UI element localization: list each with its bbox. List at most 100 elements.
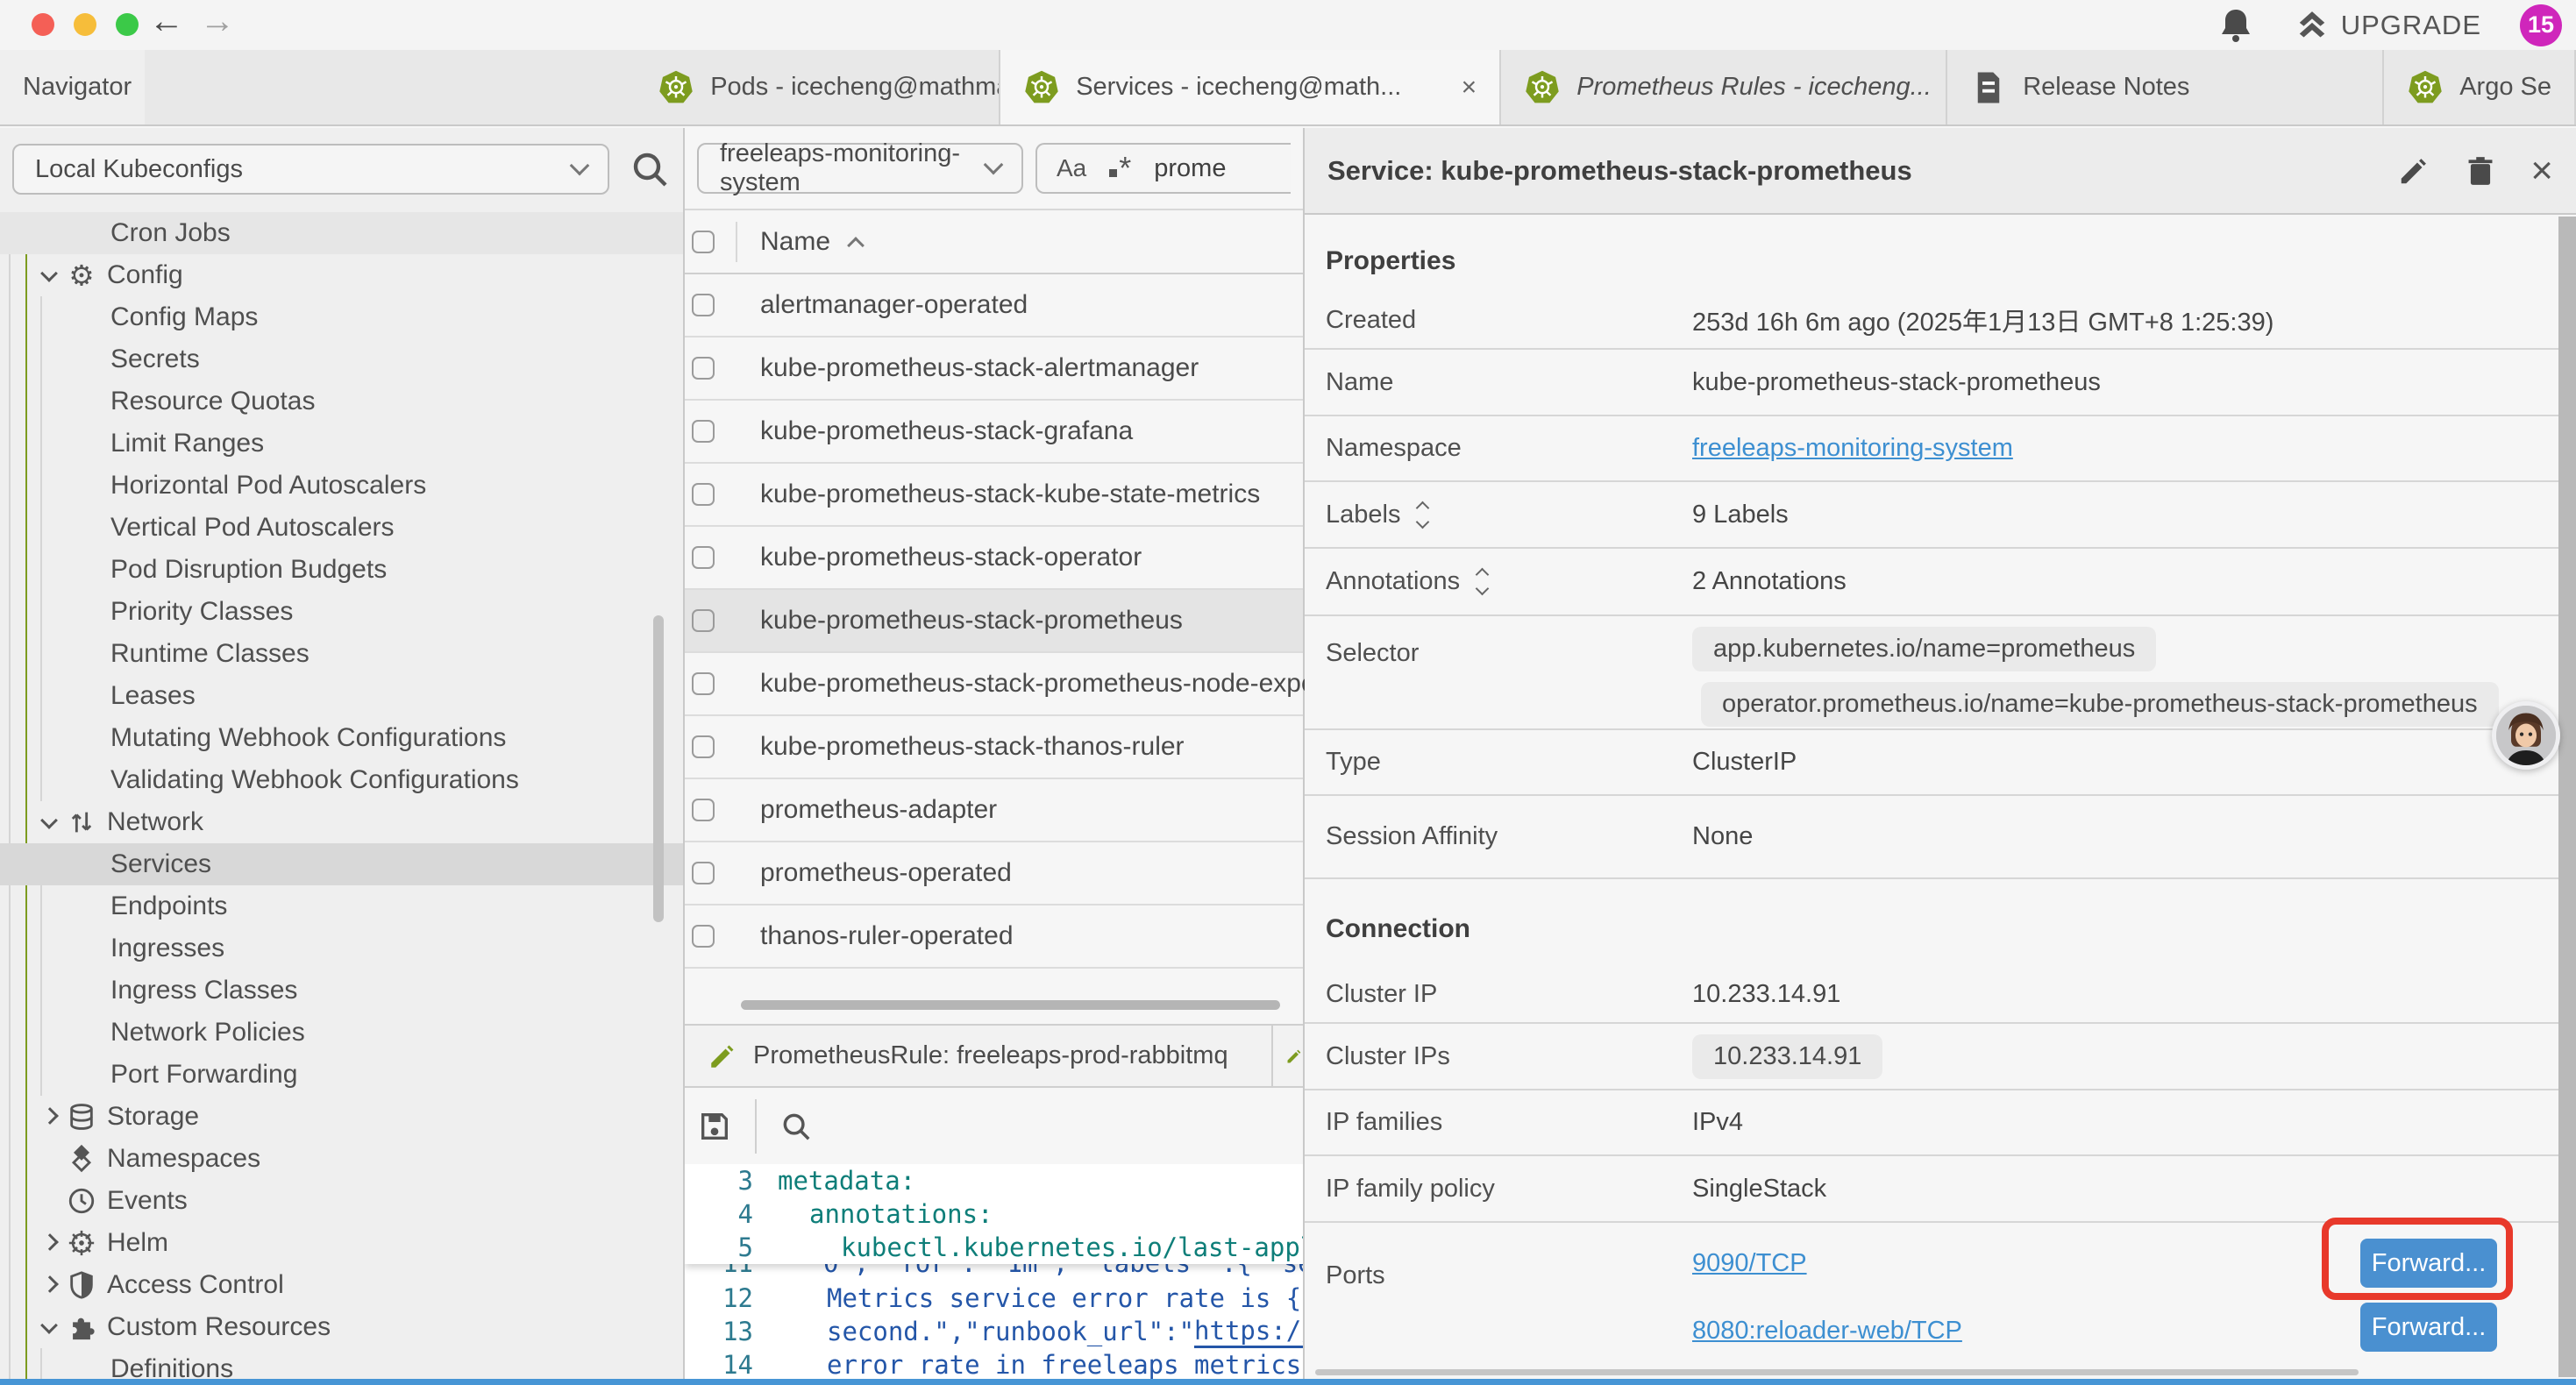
tree-item[interactable]: Mutating Webhook Configurations: [0, 717, 683, 759]
code-link[interactable]: https://net: [1194, 1316, 1303, 1348]
tree-item[interactable]: Helm: [0, 1222, 683, 1264]
tree-item[interactable]: Secrets: [0, 338, 683, 380]
row-checkbox[interactable]: [692, 420, 715, 443]
tree-item[interactable]: Priority Classes: [0, 591, 683, 633]
tree-item[interactable]: Pod Disruption Budgets: [0, 549, 683, 591]
tree-item[interactable]: Leases: [0, 675, 683, 717]
name-column-header[interactable]: Name: [760, 227, 830, 257]
selector-chip[interactable]: operator.prometheus.io/name=kube-prometh…: [1701, 682, 2499, 727]
tree-item[interactable]: Horizontal Pod Autoscalers: [0, 465, 683, 507]
expand-collapse-icon[interactable]: [1418, 503, 1427, 527]
tree-item[interactable]: Network Policies: [0, 1012, 683, 1054]
tree-chevron-icon[interactable]: [40, 266, 60, 285]
notification-badge[interactable]: 15: [2520, 4, 2562, 46]
tree-chevron-icon[interactable]: [40, 1275, 60, 1295]
workspace-tab[interactable]: Services - icecheng@math... ×: [1000, 50, 1501, 124]
back-button[interactable]: ←: [149, 2, 184, 41]
tree-item[interactable]: Network: [0, 801, 683, 843]
navigator-scrollbar[interactable]: [653, 615, 664, 922]
search-icon[interactable]: [629, 148, 671, 190]
table-row[interactable]: kube-prometheus-stack-prometheus: [685, 590, 1303, 653]
tab-close-icon[interactable]: ×: [1462, 73, 1477, 103]
select-all-checkbox[interactable]: [692, 231, 715, 253]
tree-item[interactable]: Cron Jobs: [0, 212, 683, 254]
tree-item[interactable]: Vertical Pod Autoscalers: [0, 507, 683, 549]
yaml-editor[interactable]: 3metadata: 4annotations: 5kubectl.kubern…: [685, 1164, 1303, 1385]
minimize-window-button[interactable]: [74, 13, 96, 36]
tree-item[interactable]: Config: [0, 254, 683, 296]
namespace-select[interactable]: freeleaps-monitoring-system: [697, 143, 1023, 194]
editor-tab[interactable]: PrometheusRule: freeleaps-prod-rabbitmq: [685, 1026, 1273, 1086]
tree-item[interactable]: Access Control: [0, 1264, 683, 1306]
row-checkbox[interactable]: [692, 672, 715, 695]
tree-item[interactable]: Port Forwarding: [0, 1054, 683, 1096]
forward-button[interactable]: Forward...: [2360, 1303, 2497, 1352]
table-row[interactable]: kube-prometheus-stack-thanos-ruler: [685, 716, 1303, 779]
save-icon[interactable]: [697, 1109, 732, 1144]
tree-item[interactable]: Config Maps: [0, 296, 683, 338]
kubeconfig-select[interactable]: Local Kubeconfigs: [12, 144, 609, 195]
port-link[interactable]: 9090/TCP: [1692, 1249, 1962, 1278]
navigator-tab[interactable]: Navigator: [0, 50, 145, 124]
tree-item[interactable]: Ingresses: [0, 927, 683, 970]
row-checkbox[interactable]: [692, 357, 715, 380]
table-row[interactable]: prometheus-operated: [685, 842, 1303, 906]
tree-item[interactable]: Limit Ranges: [0, 423, 683, 465]
editor-search-icon[interactable]: [779, 1110, 813, 1143]
editor-tab-partial[interactable]: [1273, 1026, 1303, 1086]
zoom-window-button[interactable]: [116, 13, 139, 36]
detail-horizontal-scrollbar[interactable]: [1315, 1369, 2359, 1375]
tree-item[interactable]: Ingress Classes: [0, 970, 683, 1012]
table-row[interactable]: kube-prometheus-stack-grafana: [685, 401, 1303, 464]
close-window-button[interactable]: [32, 13, 54, 36]
forward-button[interactable]: →: [200, 2, 235, 41]
row-checkbox[interactable]: [692, 483, 715, 506]
tree-item[interactable]: Custom Resources: [0, 1306, 683, 1348]
table-row[interactable]: kube-prometheus-stack-prometheus-node-ex…: [685, 653, 1303, 716]
tree-item[interactable]: Resource Quotas: [0, 380, 683, 423]
port-link[interactable]: 8080:reloader-web/TCP: [1692, 1317, 1962, 1346]
tree-chevron-icon[interactable]: [40, 1233, 60, 1253]
tree-chevron-icon[interactable]: [40, 1318, 60, 1337]
detail-scrollbar[interactable]: [2558, 217, 2576, 1377]
horizontal-scrollbar[interactable]: [741, 1000, 1280, 1010]
tree-item[interactable]: Events: [0, 1180, 683, 1222]
row-checkbox[interactable]: [692, 735, 715, 758]
tree-item[interactable]: Namespaces: [0, 1138, 683, 1180]
row-checkbox[interactable]: [692, 609, 715, 632]
namespace-link[interactable]: freeleaps-monitoring-system: [1692, 434, 2013, 463]
table-row[interactable]: alertmanager-operated: [685, 274, 1303, 337]
row-checkbox[interactable]: [692, 925, 715, 948]
delete-icon[interactable]: [2464, 154, 2497, 188]
edit-icon[interactable]: [2397, 154, 2430, 188]
tree-chevron-icon[interactable]: [40, 813, 60, 832]
regex-toggle[interactable]: *: [1109, 150, 1131, 187]
expand-collapse-icon[interactable]: [1477, 570, 1487, 593]
workspace-tab[interactable]: Release Notes: [1947, 50, 2384, 124]
workspace-tab[interactable]: Pods - icecheng@mathmas...: [635, 50, 1000, 124]
selector-chip[interactable]: app.kubernetes.io/name=prometheus: [1692, 627, 2156, 671]
match-case-toggle[interactable]: Aa: [1057, 154, 1086, 182]
tree-item[interactable]: Storage: [0, 1096, 683, 1138]
row-checkbox[interactable]: [692, 799, 715, 821]
table-row[interactable]: kube-prometheus-stack-kube-state-metrics: [685, 464, 1303, 527]
sort-ascending-icon[interactable]: [847, 237, 865, 254]
cluster-ips-chip[interactable]: 10.233.14.91: [1692, 1034, 1882, 1079]
tree-chevron-icon[interactable]: [40, 1107, 60, 1126]
bell-icon[interactable]: [2215, 4, 2257, 46]
row-checkbox[interactable]: [692, 294, 715, 316]
row-checkbox[interactable]: [692, 546, 715, 569]
upgrade-button[interactable]: UPGRADE: [2295, 9, 2481, 42]
avatar[interactable]: [2492, 701, 2560, 770]
table-row[interactable]: prometheus-adapter: [685, 779, 1303, 842]
table-row[interactable]: kube-prometheus-stack-alertmanager: [685, 337, 1303, 401]
row-checkbox[interactable]: [692, 862, 715, 884]
close-icon[interactable]: ×: [2530, 152, 2553, 190]
tree-item[interactable]: Services: [0, 843, 683, 885]
table-row[interactable]: thanos-ruler-operated: [685, 906, 1303, 969]
table-row[interactable]: kube-prometheus-stack-operator: [685, 527, 1303, 590]
tree-item[interactable]: Runtime Classes: [0, 633, 683, 675]
workspace-tab[interactable]: Argo Se: [2384, 50, 2576, 124]
workspace-tab[interactable]: Prometheus Rules - icecheng...: [1501, 50, 1947, 124]
tree-item[interactable]: Endpoints: [0, 885, 683, 927]
